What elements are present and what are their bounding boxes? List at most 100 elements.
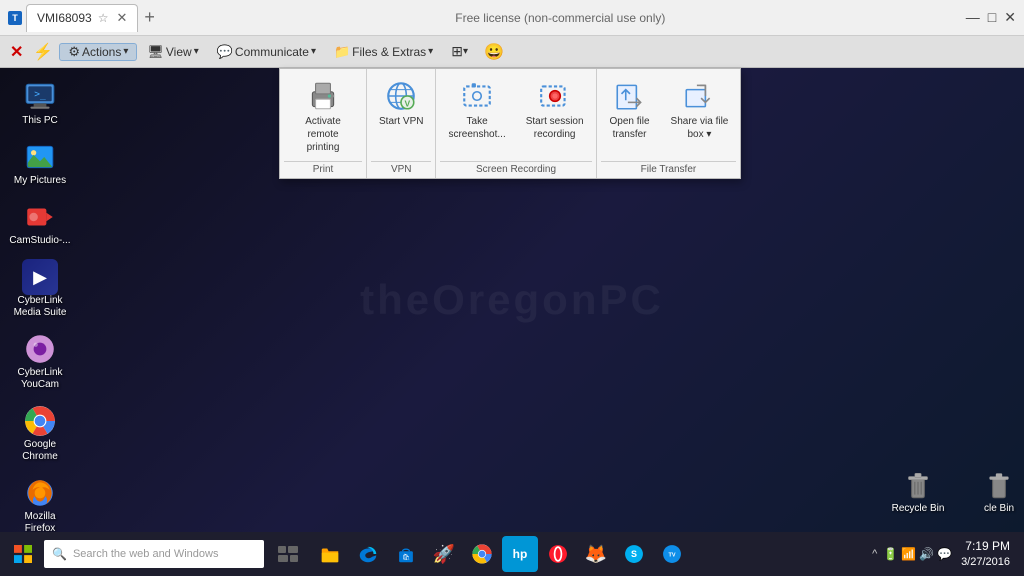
cyberlink-youcam-icon-img <box>22 331 58 367</box>
minimize-button[interactable]: — <box>966 9 980 26</box>
taskbar-store[interactable]: 🛍 <box>388 536 424 572</box>
taskbar-file-explorer[interactable] <box>312 536 348 572</box>
communicate-label: Communicate <box>235 45 309 59</box>
recycle-bin2-icon-img <box>981 467 1017 503</box>
cyberlink-youcam-icon[interactable]: CyberLinkYouCam <box>4 328 76 394</box>
actions-label: Actions <box>82 45 121 59</box>
taskbar-tray: ^ 🔋 📶 🔊 💬 7:19 PM 3/27/2016 <box>869 539 1020 569</box>
activate-remote-printing-btn[interactable]: Activate remoteprinting <box>284 73 362 158</box>
open-file-transfer-label: Open filetransfer <box>610 115 650 141</box>
ribbon-vpn-items: V Start VPN <box>371 73 431 158</box>
take-screenshot-label: Takescreenshot... <box>448 115 505 141</box>
view-icon: 🖥 <box>147 44 164 60</box>
emoji-btn[interactable]: 😀 <box>478 42 510 62</box>
tv-close-icon[interactable]: ✕ <box>6 42 27 62</box>
tab-favicon: T <box>8 11 22 25</box>
files-extras-menu-btn[interactable]: 📁 Files & Extras ▾ <box>326 44 441 60</box>
tray-battery-icon: 🔋 <box>883 547 898 561</box>
taskbar-search-icon: 🔍 <box>52 547 67 561</box>
tab-title: VMI68093 <box>37 11 92 25</box>
screen-recording-section-label: Screen Recording <box>440 161 591 178</box>
tab-close-button[interactable]: ✕ <box>116 10 127 26</box>
start-session-recording-label: Start sessionrecording <box>526 115 584 141</box>
windows-chevron: ▾ <box>463 46 468 57</box>
tv-toolbar: ✕ ⚡ ⚙ Actions ▾ 🖥 View ▾ 💬 Communicate ▾… <box>0 36 1024 68</box>
taskbar-skype[interactable]: S <box>616 536 652 572</box>
taskbar-date: 3/27/2016 <box>961 555 1010 569</box>
taskbar-hp[interactable]: hp <box>502 536 538 572</box>
svg-text:TV: TV <box>668 552 675 558</box>
ribbon-print-section: Activate remoteprinting Print <box>280 69 367 178</box>
start-button[interactable] <box>4 535 42 573</box>
cyberlink-youcam-label: CyberLinkYouCam <box>17 367 62 391</box>
screenshot-icon <box>458 77 496 115</box>
this-pc-icon-img: >_ <box>22 79 58 115</box>
actions-menu-btn[interactable]: ⚙ Actions ▾ <box>59 43 137 61</box>
ribbon-transfer-items: Open filetransfer <box>601 73 737 158</box>
recycle-bin-icon-img <box>900 467 936 503</box>
taskbar-rocket[interactable]: 🚀 <box>426 536 462 572</box>
taskbar-teamviewer[interactable]: TV <box>654 536 690 572</box>
cyberlink-media-icon-img: ▶ <box>22 259 58 295</box>
start-session-recording-btn[interactable]: Start sessionrecording <box>518 73 592 158</box>
take-screenshot-btn[interactable]: Takescreenshot... <box>440 73 513 158</box>
share-via-file-box-btn[interactable]: Share via filebox ▾ <box>663 73 737 158</box>
camstudio-icon-img <box>22 199 58 235</box>
print-section-label: Print <box>284 161 362 178</box>
tab-star-icon[interactable]: ☆ <box>98 11 109 25</box>
svg-text:S: S <box>631 549 637 559</box>
ribbon-panel: Activate remoteprinting Print <box>279 68 741 179</box>
tray-chevron[interactable]: ^ <box>869 546 880 562</box>
task-view-btn[interactable] <box>270 536 306 572</box>
this-pc-icon[interactable]: >_ This PC <box>4 76 76 130</box>
taskbar-search-placeholder: Search the web and Windows <box>73 548 219 560</box>
browser-tab[interactable]: VMI68093 ☆ ✕ <box>26 4 138 32</box>
taskbar-chrome[interactable] <box>464 536 500 572</box>
camstudio-icon[interactable]: CamStudio-... <box>4 196 76 250</box>
vpn-section-label: VPN <box>371 161 431 178</box>
actions-chevron: ▾ <box>123 46 128 57</box>
mozilla-firefox-icon[interactable]: MozillaFirefox <box>4 472 76 532</box>
desktop: T VMI68093 ☆ ✕ + Free license (non-comme… <box>0 0 1024 576</box>
ribbon-print-items: Activate remoteprinting <box>284 73 362 158</box>
files-icon: 📁 <box>334 44 350 60</box>
new-tab-button[interactable]: + <box>144 7 155 28</box>
window-controls: — □ ✕ <box>966 9 1016 26</box>
activate-remote-printing-label: Activate remoteprinting <box>292 115 354 154</box>
recycle-bin2-label: cle Bin <box>984 503 1014 514</box>
browser-titlebar: T VMI68093 ☆ ✕ + Free license (non-comme… <box>0 0 1024 36</box>
open-file-transfer-btn[interactable]: Open filetransfer <box>601 73 659 158</box>
taskbar-apps: 🛍 🚀 hp <box>308 536 690 572</box>
taskbar-edge[interactable] <box>350 536 386 572</box>
tray-notification-icon[interactable]: 💬 <box>937 547 952 561</box>
license-text: Free license (non-commercial use only) <box>159 11 962 25</box>
camstudio-label: CamStudio-... <box>9 235 70 247</box>
svg-text:V: V <box>405 99 411 109</box>
maximize-button[interactable]: □ <box>988 9 996 26</box>
view-menu-btn[interactable]: 🖥 View ▾ <box>139 44 206 60</box>
tv-lightning-icon[interactable]: ⚡ <box>29 42 57 62</box>
taskbar-time: 7:19 PM <box>961 539 1010 555</box>
my-pictures-icon[interactable]: My Pictures <box>4 136 76 190</box>
start-vpn-btn[interactable]: V Start VPN <box>371 73 431 158</box>
chrome-icon-img <box>22 403 58 439</box>
browser-window: T VMI68093 ☆ ✕ + Free license (non-comme… <box>0 0 1024 532</box>
taskbar-opera[interactable] <box>540 536 576 572</box>
recycle-bin2-icon[interactable]: cle Bin <box>974 464 1024 517</box>
mozilla-firefox-label: MozillaFirefox <box>24 511 55 532</box>
windows-btn[interactable]: ⊞ ▾ <box>443 43 476 60</box>
ribbon-content: Activate remoteprinting Print <box>280 69 740 178</box>
taskbar-search[interactable]: 🔍 Search the web and Windows <box>44 540 264 568</box>
communicate-menu-btn[interactable]: 💬 Communicate ▾ <box>209 44 324 60</box>
ribbon-recording-items: Takescreenshot... Start se <box>440 73 591 158</box>
taskbar-clock[interactable]: 7:19 PM 3/27/2016 <box>955 539 1016 569</box>
filetransfer-icon <box>611 77 649 115</box>
tray-volume-icon[interactable]: 🔊 <box>919 547 934 561</box>
recycle-bin-icon[interactable]: Recycle Bin <box>882 464 954 517</box>
start-vpn-label: Start VPN <box>379 115 423 128</box>
taskbar-firefox[interactable]: 🦊 <box>578 536 614 572</box>
close-button[interactable]: ✕ <box>1004 9 1016 26</box>
cyberlink-media-icon[interactable]: ▶ CyberLinkMedia Suite <box>4 256 76 322</box>
google-chrome-icon[interactable]: GoogleChrome <box>4 400 76 466</box>
communicate-chevron: ▾ <box>311 46 316 57</box>
